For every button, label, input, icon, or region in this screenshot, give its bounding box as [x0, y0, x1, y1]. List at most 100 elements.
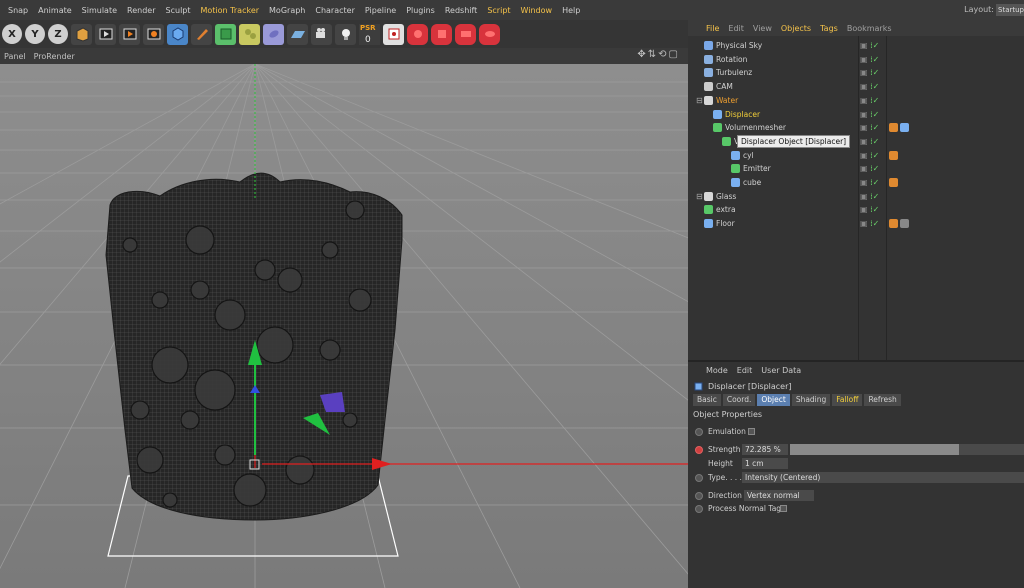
menu-plugins[interactable]: Plugins — [401, 6, 440, 15]
y-axis-lock-button[interactable]: Y — [25, 24, 45, 44]
om-menu-edit[interactable]: Edit — [728, 24, 744, 33]
tag-icon[interactable] — [383, 23, 404, 45]
visibility-flags[interactable]: ▣ ⁞✓ — [860, 192, 879, 201]
object-tag-icon[interactable] — [889, 219, 898, 229]
om-menu-view[interactable]: View — [753, 24, 772, 33]
type-dropdown[interactable]: Intensity (Centered) — [742, 472, 1024, 483]
object-tag-icon[interactable] — [889, 123, 898, 133]
am-menu-mode[interactable]: Mode — [706, 366, 728, 375]
visibility-flags[interactable]: ▣ ⁞✓ — [860, 96, 879, 105]
menu-redshift[interactable]: Redshift — [440, 6, 482, 15]
tab-refresh[interactable]: Refresh — [864, 394, 901, 406]
z-axis-lock-button[interactable]: Z — [48, 24, 68, 44]
tree-item-cam[interactable]: CAM ▣ ⁞✓ — [688, 80, 1024, 94]
am-menu-user-data[interactable]: User Data — [761, 366, 801, 375]
tree-item-cube[interactable]: cube ▣ ⁞✓ — [688, 176, 1024, 190]
tree-item-emitter[interactable]: Emitter ▣ ⁞✓ — [688, 162, 1024, 176]
visibility-flags[interactable]: ▣ ⁞✓ — [860, 82, 879, 91]
array-icon[interactable] — [239, 23, 260, 45]
menu-render[interactable]: Render — [122, 6, 160, 15]
visibility-flags[interactable]: ▣ ⁞✓ — [860, 110, 879, 119]
subdivision-icon[interactable] — [215, 23, 236, 45]
tree-item-extra[interactable]: extra ▣ ⁞✓ — [688, 203, 1024, 217]
tab-basic[interactable]: Basic — [693, 394, 721, 406]
tree-item-water[interactable]: ⊟ Water ▣ ⁞✓ — [688, 94, 1024, 108]
x-axis-lock-button[interactable]: X — [2, 24, 22, 44]
direction-anim-dot[interactable] — [695, 492, 703, 500]
tab-falloff[interactable]: Falloff — [832, 394, 863, 406]
material-red-2-icon[interactable] — [431, 23, 452, 45]
tree-item-volumenmesher[interactable]: Volumenmesher ▣ ⁞✓ — [688, 121, 1024, 135]
height-field[interactable]: 1 cm — [742, 458, 788, 469]
menu-window[interactable]: Window — [516, 6, 558, 15]
material-red-1-icon[interactable] — [407, 23, 428, 45]
render-picture-viewer-icon[interactable] — [119, 23, 140, 45]
om-menu-objects[interactable]: Objects — [781, 24, 811, 33]
strength-field[interactable]: 72.285 % — [742, 444, 788, 455]
layout-select[interactable]: Startup — [996, 4, 1024, 16]
tree-item-floor[interactable]: Floor ▣ ⁞✓ — [688, 217, 1024, 231]
om-menu-tags[interactable]: Tags — [820, 24, 838, 33]
direction-dropdown[interactable]: Vertex normal — [744, 490, 814, 501]
visibility-flags[interactable]: ▣ ⁞✓ — [860, 164, 879, 173]
tree-item-physical sky[interactable]: Physical Sky ▣ ⁞✓ — [688, 39, 1024, 53]
object-tag-icon[interactable] — [900, 219, 909, 229]
type-anim-dot[interactable] — [695, 474, 703, 482]
floor-icon[interactable] — [287, 23, 308, 45]
visibility-flags[interactable]: ▣ ⁞✓ — [860, 41, 879, 50]
tree-item-glass[interactable]: ⊟ Glass ▣ ⁞✓ — [688, 190, 1024, 204]
tree-item-rotation[interactable]: Rotation ▣ ⁞✓ — [688, 53, 1024, 67]
camera-icon[interactable] — [311, 23, 332, 45]
emulation-anim-dot[interactable] — [695, 428, 703, 436]
om-menu-file[interactable]: File — [706, 24, 719, 33]
menu-sculpt[interactable]: Sculpt — [161, 6, 196, 15]
object-tag-icon[interactable] — [889, 150, 898, 160]
world-axis-icon[interactable] — [71, 23, 92, 45]
tab-coord[interactable]: Coord. — [722, 394, 756, 406]
render-settings-icon[interactable] — [143, 23, 164, 45]
expand-toggle-icon[interactable]: ⊟ — [696, 96, 703, 105]
visibility-flags[interactable]: ▣ ⁞✓ — [860, 123, 879, 132]
expand-toggle-icon[interactable]: ⊟ — [696, 192, 703, 201]
tab-shading[interactable]: Shading — [791, 394, 831, 406]
viewport-nav-icons[interactable]: ✥⇅⟲▢ — [637, 49, 680, 60]
pen-spline-icon[interactable] — [191, 23, 212, 45]
menu-animate[interactable]: Animate — [33, 6, 77, 15]
render-view-icon[interactable] — [95, 23, 116, 45]
menu-script[interactable]: Script — [482, 6, 515, 15]
menu-help[interactable]: Help — [557, 6, 585, 15]
menu-character[interactable]: Character — [310, 6, 360, 15]
visibility-flags[interactable]: ▣ ⁞✓ — [860, 219, 879, 228]
menu-motion-tracker[interactable]: Motion Tracker — [196, 6, 265, 15]
process-normal-checkbox[interactable] — [780, 505, 787, 512]
tree-item-turbulenz[interactable]: Turbulenz ▣ ⁞✓ — [688, 66, 1024, 80]
visibility-flags[interactable]: ▣ ⁞✓ — [860, 178, 879, 187]
material-red-3-icon[interactable] — [455, 23, 476, 45]
menu-snap[interactable]: Snap — [3, 6, 33, 15]
menu-simulate[interactable]: Simulate — [77, 6, 122, 15]
viewport-panel-menu[interactable]: Panel — [4, 52, 26, 61]
object-tag-icon[interactable] — [900, 123, 909, 133]
strength-anim-dot[interactable] — [695, 446, 703, 454]
visibility-flags[interactable]: ▣ ⁞✓ — [860, 55, 879, 64]
menu-pipeline[interactable]: Pipeline — [360, 6, 401, 15]
tree-item-displacer[interactable]: Displacer ▣ ⁞✓ — [688, 108, 1024, 122]
deformer-icon[interactable] — [263, 23, 284, 45]
object-tag-icon[interactable] — [889, 178, 898, 187]
strength-slider[interactable] — [790, 444, 1024, 455]
psr-icon[interactable]: PSR 0 — [359, 23, 380, 45]
cube-object-icon[interactable] — [167, 23, 188, 45]
viewport-prorender-menu[interactable]: ProRender — [34, 52, 75, 61]
tree-item-cyl[interactable]: cyl ▣ ⁞✓ — [688, 149, 1024, 163]
visibility-flags[interactable]: ▣ ⁞✓ — [860, 205, 879, 214]
menu-mograph[interactable]: MoGraph — [264, 6, 310, 15]
am-menu-edit[interactable]: Edit — [737, 366, 753, 375]
light-icon[interactable] — [335, 23, 356, 45]
visibility-flags[interactable]: ▣ ⁞✓ — [860, 68, 879, 77]
tab-object[interactable]: Object — [757, 394, 790, 406]
3d-viewport[interactable] — [0, 64, 688, 588]
emulation-checkbox[interactable] — [748, 428, 755, 435]
om-menu-bookmarks[interactable]: Bookmarks — [847, 24, 892, 33]
process-normal-anim-dot[interactable] — [695, 505, 703, 513]
visibility-flags[interactable]: ▣ ⁞✓ — [860, 137, 879, 146]
